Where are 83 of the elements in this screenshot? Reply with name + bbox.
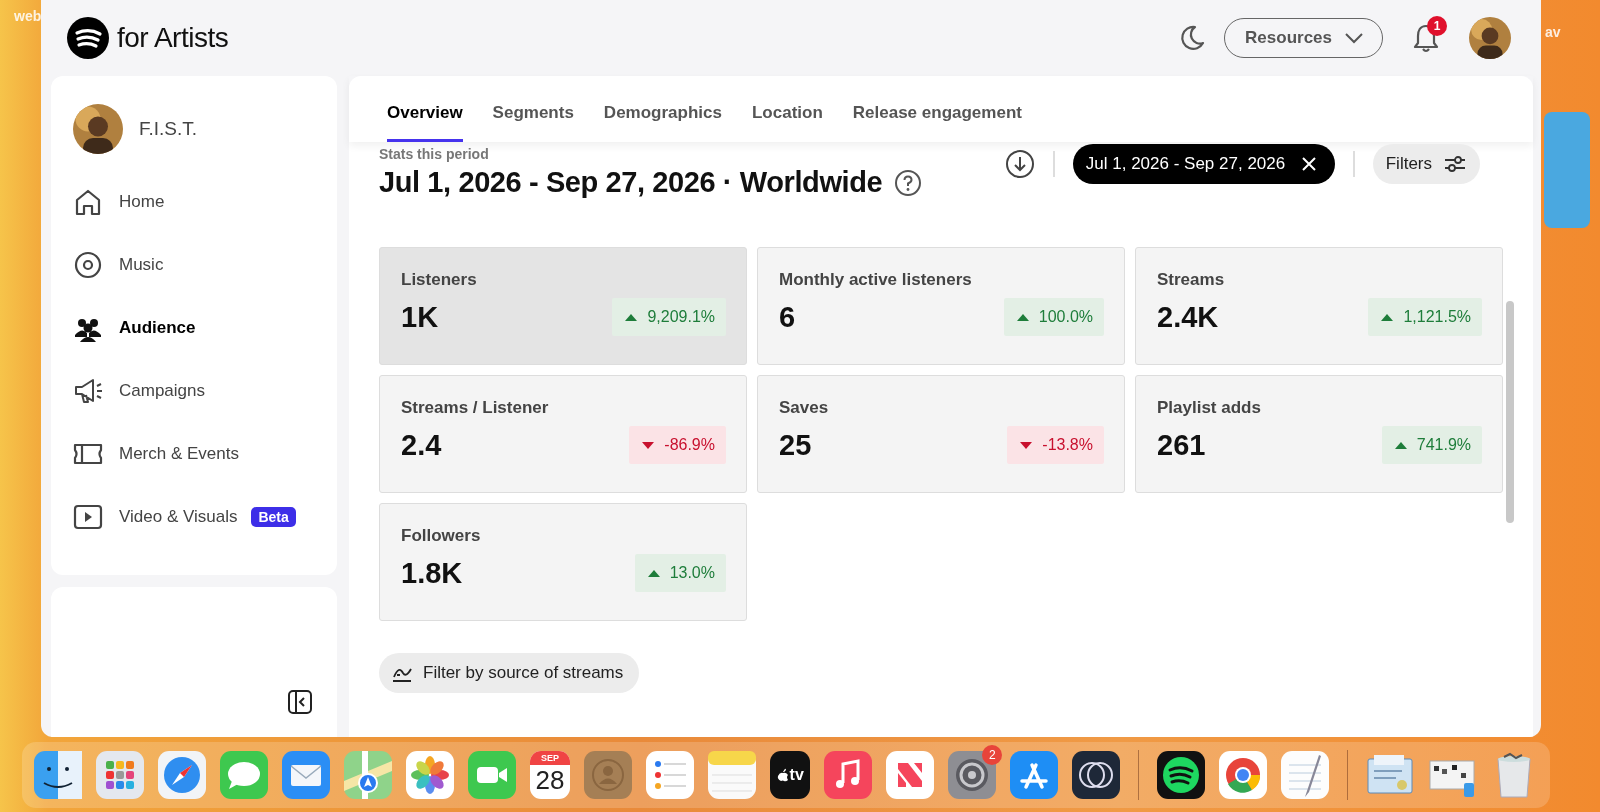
- period-title: Jul 1, 2026 - Sep 27, 2026 · Worldwide: [379, 166, 883, 199]
- gear-icon[interactable]: [948, 751, 997, 799]
- calendar-icon[interactable]: SEP 28: [530, 751, 571, 799]
- chevron-down-icon: [1344, 32, 1364, 44]
- stat-label: Playlist adds: [1157, 398, 1262, 418]
- filters-button[interactable]: Filters: [1372, 144, 1480, 184]
- close-icon[interactable]: [1301, 156, 1318, 172]
- app-grid-icon[interactable]: [96, 751, 144, 799]
- stat-card[interactable]: Monthly active listeners 6 100.0%: [757, 247, 1125, 365]
- stat-card[interactable]: Followers 1.8K 13.0%: [379, 503, 747, 621]
- change-down-badge: -86.9%: [629, 426, 726, 464]
- disc-icon: [73, 249, 103, 280]
- date-range-chip[interactable]: Jul 1, 2026 - Sep 27, 2026: [1072, 144, 1336, 184]
- collapse-sidebar-icon[interactable]: [287, 689, 313, 715]
- video-camera-icon[interactable]: [468, 751, 516, 799]
- paper-pencil-icon[interactable]: [1281, 751, 1330, 799]
- stat-label: Streams / Listener: [401, 398, 550, 418]
- browser-ring-icon[interactable]: [1219, 751, 1268, 799]
- music-note-icon[interactable]: [824, 751, 873, 799]
- stat-card[interactable]: Saves 25 -13.8%: [757, 375, 1125, 493]
- tab[interactable]: Release engagement: [852, 76, 1022, 142]
- stat-value: 261: [1157, 428, 1206, 462]
- stat-value: 1K: [401, 300, 439, 334]
- tab[interactable]: Overview: [387, 76, 463, 142]
- stat-label: Listeners: [401, 270, 478, 290]
- stat-label: Saves: [779, 398, 830, 418]
- stat-value: 2.4: [401, 428, 442, 462]
- sidebar-item[interactable]: Campaigns: [73, 359, 317, 422]
- compass-icon[interactable]: [158, 751, 206, 799]
- sidebar-item[interactable]: Audience: [73, 296, 317, 359]
- scrollbar[interactable]: [1506, 301, 1514, 523]
- logo-icon[interactable]: [67, 17, 109, 59]
- artist-name: F.I.S.T.: [139, 118, 198, 140]
- change-up-badge: 100.0%: [1003, 298, 1104, 336]
- sound-waves-icon[interactable]: [1157, 751, 1206, 799]
- app-store-icon[interactable]: [1010, 751, 1059, 799]
- triangle-down-icon: [1020, 439, 1033, 451]
- list-icon[interactable]: [646, 751, 695, 799]
- notification-badge: 1: [1427, 16, 1447, 36]
- bell-icon[interactable]: [1411, 22, 1441, 54]
- change-up-badge: 741.9%: [1381, 426, 1482, 464]
- help-icon[interactable]: [894, 168, 923, 197]
- stat-value: 2.4K: [1157, 300, 1219, 334]
- rings-icon[interactable]: [1072, 751, 1121, 799]
- envelope-icon[interactable]: [282, 751, 330, 799]
- stat-value: 25: [779, 428, 812, 462]
- stat-value: 1.8K: [401, 556, 463, 590]
- person-icon[interactable]: [584, 751, 633, 799]
- stat-card[interactable]: Streams 2.4K 1,121.5%: [1135, 247, 1503, 365]
- flower-icon[interactable]: [406, 751, 454, 799]
- change-up-badge: 9,209.1%: [612, 298, 726, 336]
- tab[interactable]: Location: [751, 76, 823, 142]
- sidebar-item[interactable]: Merch & Events: [73, 422, 317, 485]
- stat-card[interactable]: Playlist adds 261 741.9%: [1135, 375, 1503, 493]
- triangle-down-icon: [642, 439, 655, 451]
- sidebar-item[interactable]: Home: [73, 170, 317, 233]
- desktop-label: av: [1545, 24, 1561, 40]
- map-icon[interactable]: [344, 751, 392, 799]
- download-icon[interactable]: [1005, 149, 1036, 179]
- sidebar-item[interactable]: Music: [73, 233, 317, 296]
- change-up-badge: 13.0%: [634, 554, 726, 592]
- stat-card[interactable]: Streams / Listener 2.4 -86.9%: [379, 375, 747, 493]
- tab[interactable]: Demographics: [603, 76, 722, 142]
- brand-name: for Artists: [117, 22, 229, 54]
- source-filter-button[interactable]: Filter by source of streams: [379, 653, 640, 693]
- change-down-badge: -13.8%: [1007, 426, 1104, 464]
- speech-bubble-icon[interactable]: [220, 751, 268, 799]
- sidebar-item[interactable]: Video & Visuals Beta: [73, 485, 317, 548]
- notification-badge: 2: [982, 745, 1003, 765]
- tv-icon[interactable]: tv: [770, 751, 811, 799]
- notepad-icon[interactable]: [708, 751, 757, 799]
- section-caption: Stats this period: [379, 146, 489, 162]
- stat-value: 6: [779, 300, 796, 334]
- stat-card[interactable]: Listeners 1K 9,209.1%: [379, 247, 747, 365]
- sliders-icon: [1444, 155, 1466, 173]
- news-icon[interactable]: [886, 751, 935, 799]
- change-up-badge: 1,121.5%: [1368, 298, 1482, 336]
- stat-label: Followers: [401, 526, 482, 546]
- tab[interactable]: Segments: [492, 76, 574, 142]
- desktop-label: web: [14, 8, 42, 24]
- stat-label: Monthly active listeners: [779, 270, 973, 290]
- beta-badge: Beta: [251, 506, 296, 527]
- stat-label: Streams: [1157, 270, 1226, 290]
